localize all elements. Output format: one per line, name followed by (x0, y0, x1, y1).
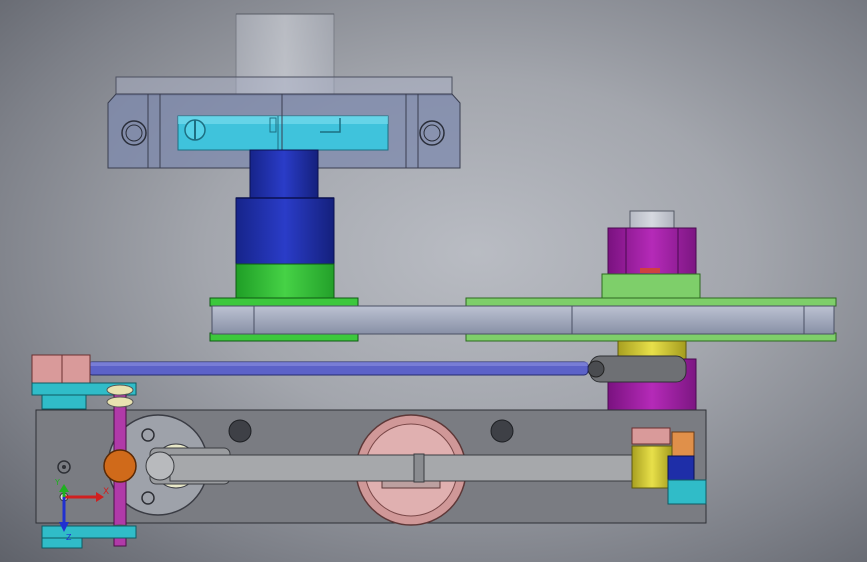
triad-z-label: Z (66, 533, 72, 542)
frame-hole (490, 419, 514, 443)
connecting-rod[interactable] (87, 361, 589, 376)
cyan-clamp-slot[interactable] (177, 115, 389, 151)
triad-x-label: X (103, 487, 109, 497)
cad-viewport[interactable]: X Y Z (0, 0, 867, 562)
orange-pin[interactable] (103, 449, 137, 483)
assembly-drawing: X Y Z (31, 13, 837, 549)
belt[interactable] (211, 305, 835, 335)
frame-hole (228, 419, 252, 443)
triad-y-label: Y (54, 478, 60, 487)
